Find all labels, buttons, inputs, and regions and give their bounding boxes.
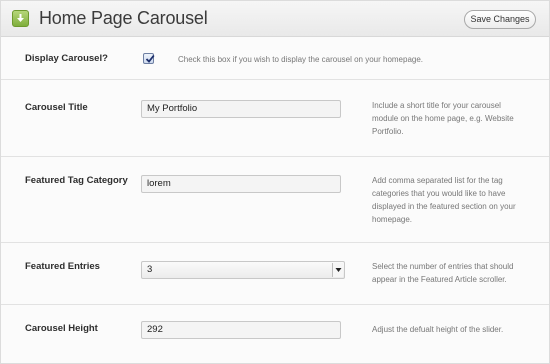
download-arrow-icon [12, 10, 29, 27]
chevron-down-icon[interactable] [332, 263, 343, 277]
settings-panel: Home Page Carousel Save Changes Display … [0, 0, 550, 364]
featured-entries-select[interactable]: 3 [141, 261, 345, 279]
display-carousel-checkbox[interactable] [143, 53, 155, 64]
setting-label: Carousel Title [25, 102, 88, 113]
setting-row-carousel-title: Carousel Title My Portfolio Include a sh… [1, 80, 549, 157]
carousel-title-input[interactable]: My Portfolio [141, 100, 341, 118]
featured-entries-selected-value: 3 [147, 264, 153, 275]
panel-header: Home Page Carousel Save Changes [1, 1, 549, 37]
setting-row-carousel-height: Carousel Height 292 Adjust the defualt h… [1, 305, 549, 363]
save-changes-button[interactable]: Save Changes [464, 10, 536, 29]
setting-description: Check this box if you wish to display th… [178, 55, 424, 64]
page-title: Home Page Carousel [39, 8, 208, 28]
setting-description: Add comma separated list for the tag cat… [372, 176, 516, 224]
setting-description: Select the number of entries that should… [372, 262, 514, 284]
setting-row-featured-entries: Featured Entries 3 Select the number of … [1, 243, 549, 305]
setting-description: Include a short title for your carousel … [372, 101, 514, 136]
setting-row-featured-tag-category: Featured Tag Category lorem Add comma se… [1, 157, 549, 243]
setting-label: Carousel Height [25, 323, 98, 334]
setting-description: Adjust the defualt height of the slider. [372, 325, 504, 334]
checkmark-icon [145, 54, 155, 63]
setting-label: Featured Entries [25, 261, 100, 272]
carousel-height-input[interactable]: 292 [141, 321, 341, 339]
setting-label: Featured Tag Category [25, 175, 128, 186]
setting-label: Display Carousel? [25, 53, 108, 64]
setting-row-display-carousel: Display Carousel? Check this box if you … [1, 37, 549, 80]
featured-tag-category-input[interactable]: lorem [141, 175, 341, 193]
